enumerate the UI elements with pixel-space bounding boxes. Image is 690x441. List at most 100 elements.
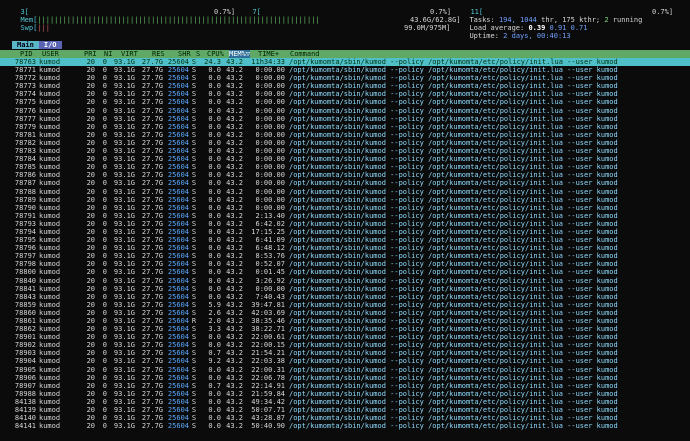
process-s: S — [191, 268, 197, 277]
process-row[interactable]: 78840 kumod 20 0 93.1G 27.7G 25604 S 0.0 43.2 3:26… — [0, 277, 690, 285]
col-time[interactable]: TIME+ — [258, 50, 279, 58]
process-mem: 43.2 — [226, 122, 243, 131]
process-row[interactable]: 78763 kumod 20 0 93.1G 27.7G 25604 S 24.3 43.2 11h… — [0, 58, 690, 67]
process-row[interactable]: 78906 kumod 20 0 93.1G 27.7G 25604 S 0.0 43.2 22:0… — [0, 374, 690, 382]
process-row[interactable]: 78903 kumod 20 0 93.1G 27.7G 25604 S 0.7 43.2 21:5… — [0, 349, 690, 357]
process-row[interactable]: 78772 kumod 20 0 93.1G 27.7G 25604 S 0.0 43.2 0:00… — [0, 74, 690, 82]
process-row[interactable]: 78793 kumod 20 0 93.1G 27.7G 25604 S 0.0 43.2 6:42… — [0, 220, 690, 228]
process-pid: 78786 — [14, 171, 36, 180]
process-cpu: 0.0 — [208, 203, 221, 212]
process-row[interactable]: 78795 kumod 20 0 93.1G 27.7G 25604 S 0.0 43.2 6:41… — [0, 236, 690, 244]
process-row[interactable]: 78797 kumod 20 0 93.1G 27.7G 25604 S 0.0 43.2 8:53… — [0, 252, 690, 260]
process-row[interactable]: 78860 kumod 20 0 93.1G 27.7G 25604 S 2.6 43.2 42:0… — [0, 309, 690, 317]
process-time: 6:42.02 — [255, 219, 285, 228]
process-res: 27.7G — [141, 163, 163, 172]
process-row[interactable]: 84141 kumod 20 0 93.1G 27.7G 25604 S 0.0 43.2 50:4… — [0, 422, 690, 430]
process-row[interactable]: 78859 kumod 20 0 93.1G 27.7G 25604 S 5.9 43.2 39:4… — [0, 301, 690, 309]
col-user[interactable]: USER — [42, 50, 59, 58]
col-command[interactable]: Command — [290, 50, 320, 58]
col-res[interactable]: RES — [152, 50, 165, 58]
process-row[interactable]: 78774 kumod 20 0 93.1G 27.7G 25604 S 0.0 43.2 0:00… — [0, 90, 690, 98]
process-row[interactable]: 78784 kumod 20 0 93.1G 27.7G 25604 S 0.0 43.2 0:00… — [0, 155, 690, 163]
process-row[interactable]: 78775 kumod 20 0 93.1G 27.7G 25604 S 0.0 43.2 0:00… — [0, 98, 690, 106]
col-pid[interactable]: PID — [20, 50, 33, 58]
col-s[interactable]: S — [196, 50, 200, 58]
process-ni: 0 — [102, 187, 107, 196]
process-res: 27.7G — [141, 147, 163, 156]
process-pid: 78861 — [14, 317, 36, 325]
process-virt: 93.1G — [113, 171, 135, 180]
process-pri: 20 — [86, 381, 95, 390]
process-pid: 78906 — [14, 373, 36, 382]
process-s: S — [191, 333, 197, 342]
col-mem[interactable]: MEM%▽ — [229, 50, 251, 59]
process-ni: 0 — [102, 252, 107, 261]
process-res: 27.7G — [141, 317, 163, 325]
process-row[interactable]: 78787 kumod 20 0 93.1G 27.7G 25604 S 0.0 43.2 0:00… — [0, 179, 690, 187]
process-table: 78763 kumod 20 0 93.1G 27.7G 25604 S 24.3 43.2 11h… — [0, 58, 690, 430]
process-row[interactable]: 78786 kumod 20 0 93.1G 27.7G 25604 S 0.0 43.2 0:00… — [0, 171, 690, 179]
process-row[interactable]: 78791 kumod 20 0 93.1G 27.7G 25604 S 0.0 43.2 2:13… — [0, 212, 690, 220]
process-shr: 25604 — [167, 195, 189, 204]
process-shr: 25604 — [167, 365, 189, 374]
col-pri[interactable]: PRI — [84, 50, 97, 58]
process-pri: 20 — [86, 187, 95, 196]
process-row[interactable]: 78773 kumod 20 0 93.1G 27.7G 25604 S 0.0 43.2 0:00… — [0, 82, 690, 90]
col-ni[interactable]: NI — [104, 50, 112, 58]
process-row[interactable]: 78901 kumod 20 0 93.1G 27.7G 25604 S 0.0 43.2 22:0… — [0, 333, 690, 341]
process-row[interactable]: 78843 kumod 20 0 93.1G 27.7G 25604 S 0.0 43.2 7:40… — [0, 293, 690, 301]
process-row[interactable]: 78988 kumod 20 0 93.1G 27.7G 25604 S 0.0 43.2 21:5… — [0, 390, 690, 398]
process-s: S — [191, 308, 197, 317]
process-row[interactable]: 78776 kumod 20 0 93.1G 27.7G 25604 S 0.0 43.2 0:00… — [0, 107, 690, 115]
process-row[interactable]: 78902 kumod 20 0 93.1G 27.7G 25604 S 0.0 43.2 22:0… — [0, 341, 690, 349]
process-time: 50:40.90 — [251, 422, 285, 431]
process-shr: 25604 — [167, 389, 189, 398]
process-time: 0:00.00 — [255, 98, 285, 107]
process-row[interactable]: 78777 kumod 20 0 93.1G 27.7G 25604 S 0.0 43.2 0:00… — [0, 115, 690, 123]
process-row[interactable]: 78779 kumod 20 0 93.1G 27.7G 25604 S 0.0 43.2 0:00… — [0, 123, 690, 131]
tab-io[interactable]: I/O — [38, 41, 62, 50]
tab-main[interactable]: Main — [12, 41, 39, 50]
col-cpu[interactable]: CPU% — [207, 50, 224, 58]
process-row[interactable]: 78785 kumod 20 0 93.1G 27.7G 25604 S 0.0 43.2 0:00… — [0, 163, 690, 171]
process-row[interactable]: 78798 kumod 20 0 93.1G 27.7G 25604 S 0.0 43.2 0:52… — [0, 260, 690, 268]
process-virt: 93.1G — [113, 422, 135, 431]
col-shr[interactable]: SHR — [178, 50, 191, 58]
process-row[interactable]: 78905 kumod 20 0 93.1G 27.7G 25604 S 0.0 43.2 22:0… — [0, 366, 690, 374]
process-shr: 25604 — [167, 325, 189, 334]
process-row[interactable]: 78790 kumod 20 0 93.1G 27.7G 25604 S 0.0 43.2 0:00… — [0, 204, 690, 212]
mem-bar: ||||||||||||||||||||||||||||||||||||||||… — [37, 16, 320, 25]
process-row[interactable]: 78789 kumod 20 0 93.1G 27.7G 25604 S 0.0 43.2 0:00… — [0, 196, 690, 204]
process-virt: 93.1G — [113, 114, 135, 123]
process-cpu: 0.0 — [208, 82, 221, 91]
process-row[interactable]: 78771 kumod 20 0 93.1G 27.7G 25604 S 0.0 43.2 0:00… — [0, 66, 690, 74]
process-virt: 93.1G — [113, 381, 135, 390]
uptime-label: Uptime: — [469, 32, 499, 41]
process-row[interactable]: 78783 kumod 20 0 93.1G 27.7G 25604 S 0.0 43.2 0:00… — [0, 147, 690, 155]
process-res: 27.7G — [141, 397, 163, 406]
process-virt: 93.1G — [113, 147, 135, 156]
process-row[interactable]: 78841 kumod 20 0 93.1G 27.7G 25604 S 0.0 43.2 0:00… — [0, 285, 690, 293]
process-row[interactable]: 78794 kumod 20 0 93.1G 27.7G 25604 S 0.0 43.2 17:1… — [0, 228, 690, 236]
process-row[interactable]: 78862 kumod 20 0 93.1G 27.7G 25604 S 3.3 43.2 38:2… — [0, 325, 690, 333]
process-row[interactable]: 78782 kumod 20 0 93.1G 27.7G 25604 S 0.0 43.2 0:00… — [0, 139, 690, 147]
process-res: 27.7G — [141, 203, 163, 212]
process-row[interactable]: 78781 kumod 20 0 93.1G 27.7G 25604 S 0.0 43.2 0:00… — [0, 131, 690, 139]
process-shr: 25604 — [167, 422, 189, 431]
process-row[interactable]: 84139 kumod 20 0 93.1G 27.7G 25604 S 0.0 43.2 50:0… — [0, 406, 690, 414]
process-row[interactable]: 78796 kumod 20 0 93.1G 27.7G 25604 S 0.0 43.2 6:48… — [0, 244, 690, 252]
process-row[interactable]: 78904 kumod 20 0 93.1G 27.7G 25604 S 9.2 43.2 22:0… — [0, 357, 690, 365]
process-cpu: 0.0 — [208, 195, 221, 204]
process-cmd: /opt/kumomta/sbin/kumod --policy /opt/ku… — [289, 163, 618, 172]
col-virt[interactable]: VIRT — [121, 50, 138, 58]
process-cmd: /opt/kumomta/sbin/kumod --policy /opt/ku… — [289, 236, 618, 245]
process-row[interactable]: 78907 kumod 20 0 93.1G 27.7G 25604 S 0.7 43.2 22:1… — [0, 382, 690, 390]
process-cmd: /opt/kumomta/sbin/kumod --policy /opt/ku… — [289, 82, 618, 91]
process-pid: 78787 — [14, 179, 36, 188]
process-row[interactable]: 78861 kumod 20 0 93.1G 27.7G 25604 R 2.0 43.2 38:3… — [0, 317, 690, 325]
process-row[interactable]: 78800 kumod 20 0 93.1G 27.7G 25604 S 0.0 43.2 0:01… — [0, 268, 690, 276]
process-row[interactable]: 84138 kumod 20 0 93.1G 27.7G 25604 S 0.0 43.2 49:3… — [0, 398, 690, 406]
process-ni: 0 — [102, 300, 107, 309]
process-row[interactable]: 78788 kumod 20 0 93.1G 27.7G 25604 S 0.0 43.2 0:00… — [0, 188, 690, 196]
process-row[interactable]: 84140 kumod 20 0 93.1G 27.7G 25604 S 0.0 43.2 43:2… — [0, 414, 690, 422]
